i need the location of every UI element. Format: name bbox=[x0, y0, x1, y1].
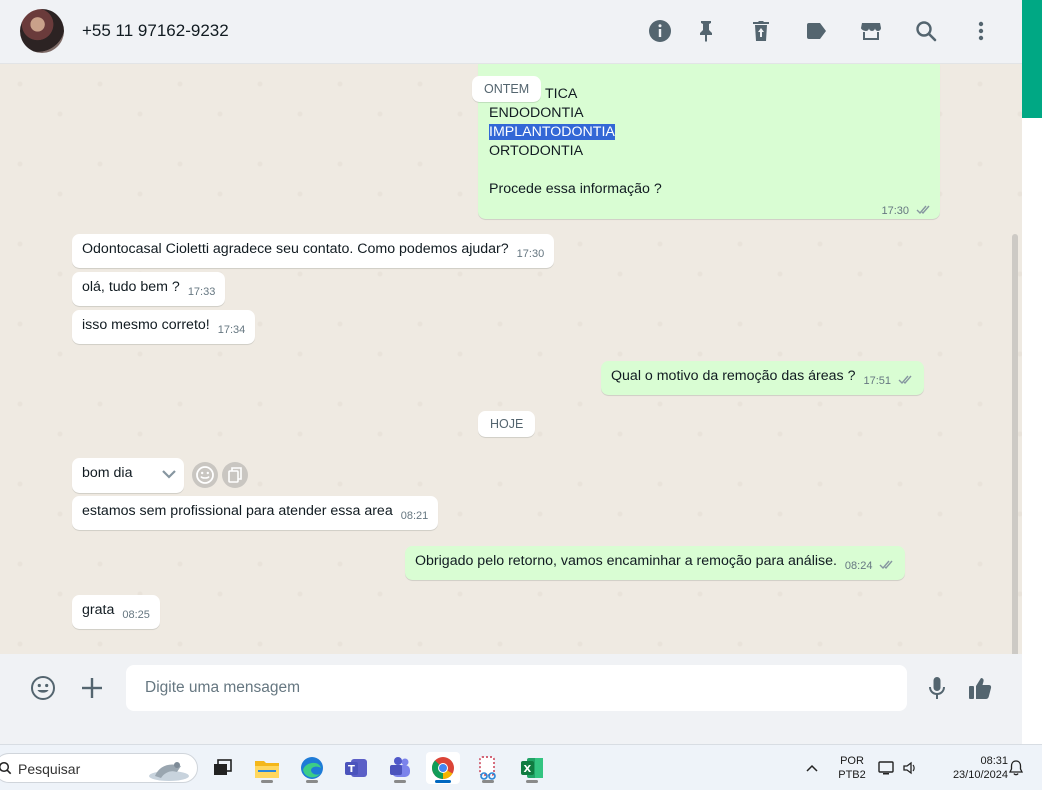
network-icon[interactable] bbox=[876, 752, 898, 784]
message-incoming[interactable]: Odontocasal Cioletti agradece seu contat… bbox=[72, 234, 555, 268]
emoji-icon[interactable] bbox=[29, 674, 57, 702]
taskbar-search[interactable]: Pesquisar bbox=[0, 753, 198, 783]
message-incoming[interactable]: grata 08:25 bbox=[72, 595, 160, 629]
search-highlight-icon bbox=[149, 762, 189, 781]
search-icon bbox=[0, 761, 12, 775]
emoji-react-icon[interactable] bbox=[192, 462, 218, 488]
message-incoming[interactable]: olá, tudo bem ? 17:33 bbox=[72, 272, 226, 306]
date-separator: ONTEM bbox=[472, 76, 542, 102]
forward-icon[interactable] bbox=[222, 462, 248, 488]
message-time: 17:51 bbox=[863, 375, 892, 387]
message-outgoing[interactable]: Qual o motivo da remoção das áreas ? 17:5… bbox=[601, 361, 924, 395]
window-accent bbox=[1022, 0, 1042, 118]
file-explorer-icon[interactable] bbox=[250, 752, 284, 784]
message-text: olá, tudo bem ? bbox=[82, 279, 180, 295]
message-time: 08:25 bbox=[122, 609, 150, 621]
message-time: 17:34 bbox=[217, 324, 246, 336]
chevron-up-icon[interactable] bbox=[797, 752, 827, 784]
keyboard-layout: PTB2 bbox=[838, 769, 866, 781]
svg-text:X: X bbox=[524, 764, 532, 775]
chevron-down-icon[interactable] bbox=[160, 467, 178, 487]
clock-time: 08:31 bbox=[980, 755, 1008, 767]
message-time: 17:30 bbox=[881, 205, 910, 217]
microphone-icon[interactable] bbox=[923, 674, 951, 702]
double-check-icon bbox=[879, 560, 893, 570]
message-text: Qual o motivo da remoção das áreas ? bbox=[611, 368, 856, 384]
chrome-icon[interactable] bbox=[426, 752, 460, 784]
message-time: 17:33 bbox=[187, 286, 216, 298]
running-indicator bbox=[261, 780, 273, 783]
excel-icon[interactable]: X bbox=[515, 752, 549, 784]
window-edge bbox=[1022, 118, 1042, 744]
teams-icon[interactable] bbox=[383, 752, 417, 784]
language-indicator[interactable]: POR PTB2 bbox=[832, 754, 872, 782]
edge-icon[interactable] bbox=[295, 752, 329, 784]
search-placeholder: Pesquisar bbox=[18, 761, 81, 777]
taskbar: Pesquisar T X POR PTB2 08:31 23/10/2024 bbox=[0, 744, 1042, 790]
chat-header: +55 11 97162-9232 bbox=[0, 0, 1022, 64]
message-text: Procede essa informação ? bbox=[489, 181, 662, 197]
message-incoming[interactable]: estamos sem profissional para atender es… bbox=[72, 496, 439, 530]
contact-name[interactable]: +55 11 97162-9232 bbox=[82, 21, 229, 41]
message-text: grata bbox=[82, 602, 115, 618]
snipping-tool-icon[interactable] bbox=[471, 752, 505, 784]
running-indicator bbox=[394, 780, 406, 783]
message-text: estamos sem profissional para atender es… bbox=[82, 503, 393, 519]
chat-scrollbar[interactable] bbox=[1012, 234, 1018, 654]
svg-text:T: T bbox=[348, 764, 355, 775]
system-clock[interactable]: 08:31 23/10/2024 bbox=[930, 754, 1008, 782]
store-icon[interactable] bbox=[858, 18, 884, 44]
info-icon[interactable] bbox=[647, 18, 673, 44]
double-check-icon bbox=[916, 205, 930, 215]
thumbs-up-icon[interactable] bbox=[966, 674, 994, 702]
language-code: POR bbox=[840, 755, 864, 767]
search-icon[interactable] bbox=[913, 18, 939, 44]
selected-text: IMPLANTODONTIA bbox=[489, 124, 615, 140]
active-indicator bbox=[435, 780, 451, 783]
date-separator: HOJE bbox=[478, 411, 536, 437]
message-outgoing[interactable]: Obrigado pelo retorno, vamos encaminhar … bbox=[405, 546, 906, 580]
running-indicator bbox=[306, 780, 318, 783]
message-text: isso mesmo correto! bbox=[82, 317, 210, 333]
running-indicator bbox=[526, 780, 538, 783]
whatsapp-window: +55 11 97162-9232 TICA ENDODONTIA IMPLAN… bbox=[0, 0, 1022, 722]
avatar[interactable] bbox=[20, 9, 64, 53]
message-text: ORTODONTIA bbox=[489, 143, 584, 159]
volume-icon[interactable] bbox=[900, 752, 922, 784]
message-incoming[interactable]: bom dia bbox=[72, 458, 184, 493]
message-text: TICA bbox=[545, 86, 578, 102]
double-check-icon bbox=[898, 375, 912, 385]
message-text: Obrigado pelo retorno, vamos encaminhar … bbox=[415, 553, 837, 569]
running-indicator bbox=[482, 780, 494, 783]
message-time: 08:21 bbox=[400, 510, 429, 522]
message-text: bom dia bbox=[82, 465, 133, 481]
pin-icon[interactable] bbox=[693, 18, 719, 44]
notification-bell-icon[interactable] bbox=[1005, 752, 1027, 784]
teams-work-icon[interactable]: T bbox=[339, 752, 373, 784]
label-icon[interactable] bbox=[803, 18, 829, 44]
message-text: Odontocasal Cioletti agradece seu contat… bbox=[82, 241, 509, 257]
attach-plus-icon[interactable] bbox=[78, 674, 106, 702]
message-input[interactable] bbox=[126, 665, 907, 711]
message-text: ENDODONTIA bbox=[489, 105, 584, 121]
message-time: 17:30 bbox=[516, 248, 545, 260]
message-time: 08:24 bbox=[844, 560, 873, 572]
menu-icon[interactable] bbox=[968, 18, 994, 44]
message-incoming[interactable]: isso mesmo correto! 17:34 bbox=[72, 310, 256, 344]
message-outgoing[interactable]: TICA ENDODONTIA IMPLANTODONTIA ORTODONTI… bbox=[478, 64, 940, 219]
delete-icon[interactable] bbox=[748, 18, 774, 44]
chat-area[interactable]: TICA ENDODONTIA IMPLANTODONTIA ORTODONTI… bbox=[0, 64, 1022, 654]
message-composer bbox=[0, 654, 1022, 722]
clock-date: 23/10/2024 bbox=[952, 769, 1008, 781]
task-view-icon[interactable] bbox=[206, 752, 240, 784]
